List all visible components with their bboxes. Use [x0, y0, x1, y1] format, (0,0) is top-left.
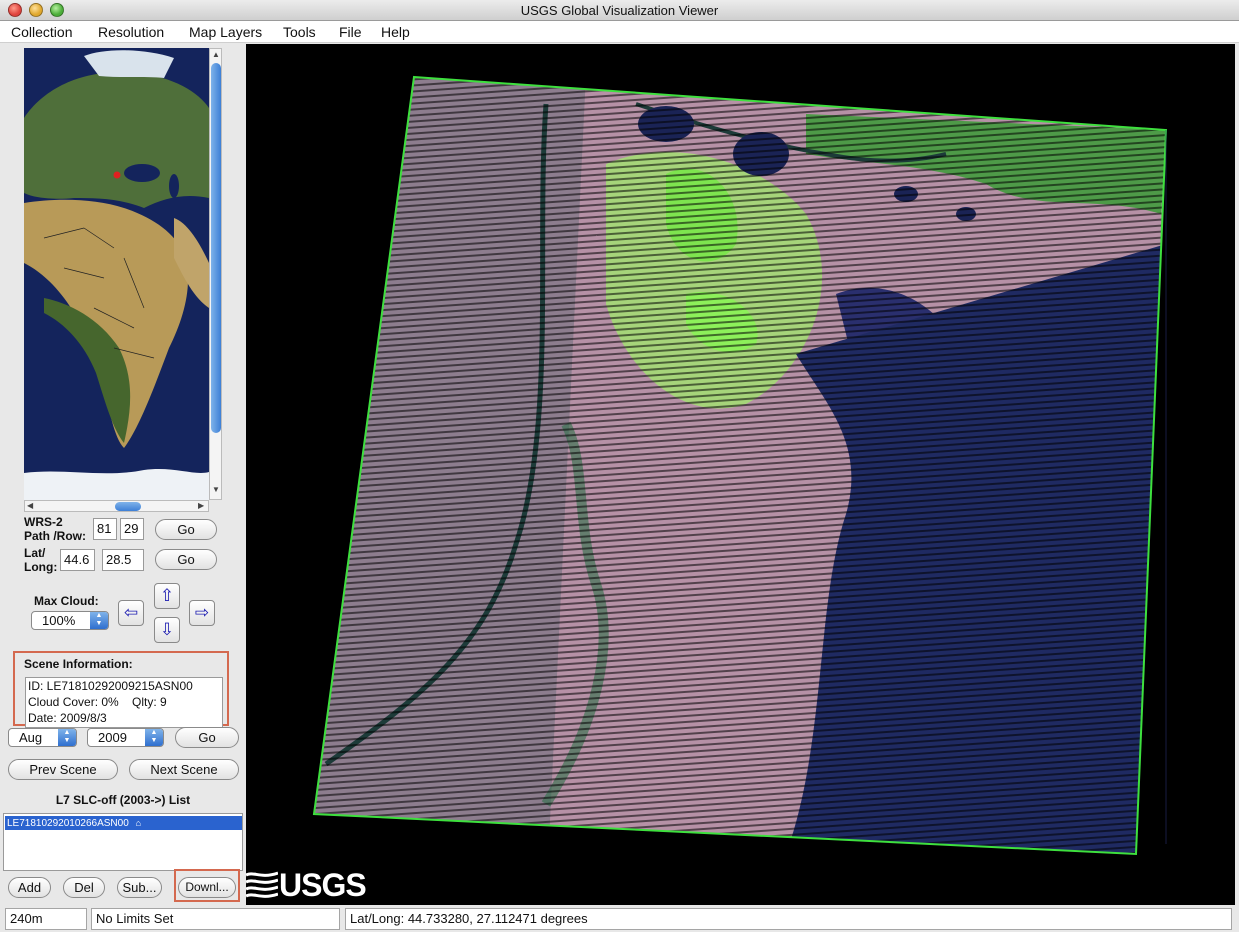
overview-map-image — [24, 48, 209, 500]
landsat-scene-image — [246, 44, 1235, 905]
usgs-logo: USGS — [246, 867, 376, 903]
latitude-field[interactable]: 44.6 — [60, 549, 95, 571]
window-titlebar: USGS Global Visualization Viewer — [0, 0, 1239, 21]
submit-button[interactable]: Sub... — [117, 877, 162, 898]
arrow-left-icon: ⇦ — [123, 603, 139, 622]
prev-scene-button[interactable]: Prev Scene — [8, 759, 118, 780]
scene-information-highlight: Scene Information: ID: LE71810292009215A… — [13, 651, 229, 728]
scene-date: Date: 2009/8/3 — [28, 711, 107, 725]
menu-help[interactable]: Help — [381, 23, 410, 41]
arrow-down-icon: ⇩ — [159, 620, 175, 639]
resolution-status: 240m — [5, 908, 87, 930]
lat-long-status: Lat/Long: 44.733280, 27.112471 degrees — [345, 908, 1232, 930]
pan-north-button[interactable]: ⇧ — [154, 583, 180, 609]
stepper-icon: ▲ ▼ — [90, 612, 108, 629]
add-button[interactable]: Add — [8, 877, 51, 898]
control-panel: ▲ ▼ ◀ ▶ WRS-2 81 Path /Row: 81 29 Go Lat… — [0, 44, 246, 906]
path-row-go-button[interactable]: Go — [155, 519, 217, 540]
max-cloud-value: 100% — [42, 613, 76, 628]
scroll-right-icon[interactable]: ▶ — [198, 501, 204, 510]
scroll-up-icon[interactable]: ▲ — [212, 50, 220, 59]
max-cloud-select[interactable]: 100% ▲ ▼ — [31, 611, 109, 630]
arrow-right-icon: ⇨ — [194, 603, 210, 622]
list-item[interactable]: LE71810292010266ASN00 ⌂ — [5, 816, 242, 830]
lat-label: Lat/ — [24, 546, 46, 560]
download-highlight — [174, 869, 240, 902]
scene-list[interactable]: LE71810292010266ASN00 ⌂ — [3, 813, 243, 871]
overview-horizontal-scrollbar[interactable]: ◀ ▶ — [24, 500, 209, 512]
minimize-window-button[interactable] — [29, 3, 43, 17]
month-value: Aug — [19, 730, 43, 745]
limits-status: No Limits Set — [91, 908, 340, 930]
scene-information-title: Scene Information: — [24, 657, 133, 671]
menu-collection[interactable]: Collection — [11, 23, 72, 41]
month-select[interactable]: Aug ▲ ▼ — [8, 728, 77, 747]
stepper-icon: ▲ ▼ — [145, 729, 163, 746]
pan-south-button[interactable]: ⇩ — [154, 617, 180, 643]
overview-map[interactable] — [24, 48, 209, 500]
path-field[interactable]: 81 — [93, 518, 117, 540]
pan-west-button[interactable]: ⇦ — [118, 600, 144, 626]
scene-id: ID: LE71810292009215ASN00 — [28, 679, 193, 693]
status-bar: 240m No Limits Set Lat/Long: 44.733280, … — [0, 906, 1239, 932]
scene-cloud-quality: Cloud Cover: 0% Qlty: 9 — [28, 695, 167, 709]
arrow-up-icon: ⇧ — [159, 586, 175, 605]
usgs-logo-text: USGS — [279, 867, 367, 903]
window-title: USGS Global Visualization Viewer — [520, 3, 719, 18]
max-cloud-label: Max Cloud: — [34, 594, 99, 608]
year-value: 2009 — [98, 730, 127, 745]
long-label: Long: — [24, 560, 58, 574]
menu-resolution[interactable]: Resolution — [98, 23, 164, 41]
pan-east-button[interactable]: ⇨ — [189, 600, 215, 626]
scene-list-item-id: LE71810292010266ASN00 — [7, 818, 129, 829]
menu-tools[interactable]: Tools — [283, 23, 316, 41]
path-row-label-text: Path /Row: — [24, 529, 86, 543]
delete-button[interactable]: Del — [63, 877, 105, 898]
longitude-field[interactable]: 28.5 — [102, 549, 144, 571]
scroll-down-icon[interactable]: ▼ — [212, 485, 220, 494]
wrs-label: WRS-2 — [24, 515, 63, 529]
vertical-scroll-thumb[interactable] — [211, 63, 221, 433]
zoom-window-button[interactable] — [50, 3, 64, 17]
row-field[interactable]: 29 — [120, 518, 144, 540]
scene-information-panel: ID: LE71810292009215ASN00 Cloud Cover: 0… — [25, 677, 223, 728]
menu-map-layers[interactable]: Map Layers — [189, 23, 262, 41]
close-window-button[interactable] — [8, 3, 22, 17]
date-go-button[interactable]: Go — [175, 727, 239, 748]
scroll-left-icon[interactable]: ◀ — [27, 501, 33, 510]
menu-file[interactable]: File — [339, 23, 362, 41]
stepper-icon: ▲ ▼ — [58, 729, 76, 746]
overview-vertical-scrollbar[interactable]: ▲ ▼ — [209, 48, 222, 500]
horizontal-scroll-thumb[interactable] — [115, 502, 141, 511]
scene-map-view[interactable]: USGS — [246, 44, 1235, 905]
usgs-wave-icon — [246, 871, 278, 898]
next-scene-button[interactable]: Next Scene — [129, 759, 239, 780]
year-select[interactable]: 2009 ▲ ▼ — [87, 728, 164, 747]
lat-long-go-button[interactable]: Go — [155, 549, 217, 570]
lock-icon: ⌂ — [135, 818, 141, 828]
menu-bar: Collection Resolution Map Layers Tools F… — [0, 21, 1239, 43]
scene-list-title: L7 SLC-off (2003->) List — [55, 793, 191, 807]
